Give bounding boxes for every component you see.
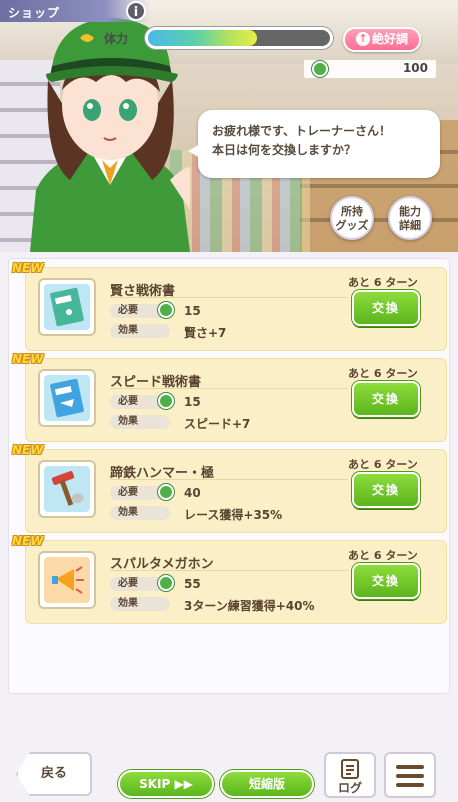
short-version-button[interactable]: 短縮版 bbox=[220, 770, 314, 798]
log-button[interactable]: ログ bbox=[324, 752, 376, 798]
new-badge: NEW bbox=[12, 352, 44, 366]
item-thumbnail bbox=[38, 278, 96, 336]
coin-icon bbox=[158, 393, 174, 409]
item-cost: 40 bbox=[184, 486, 201, 500]
item-effect: レース獲得+35% bbox=[184, 508, 283, 522]
info-icon[interactable]: i bbox=[126, 1, 146, 21]
coin-icon bbox=[158, 575, 174, 591]
exchange-button[interactable]: 交換 bbox=[352, 290, 420, 326]
shop-item: NEW 蹄鉄ハンマー・極 必要 40 効果 レース獲得+35% あと 6 ターン… bbox=[12, 443, 447, 533]
item-list[interactable]: NEW 賢さ戦術書 必要 15 効果 賢さ+7 あと 6 ターン 交換 NEW bbox=[8, 258, 450, 694]
menu-button[interactable] bbox=[384, 752, 436, 798]
effect-text: 効果 bbox=[118, 507, 138, 518]
coin-value: 100 bbox=[402, 61, 428, 75]
turns-remaining: あと 6 ターン bbox=[348, 367, 418, 380]
effect-text: 効果 bbox=[118, 598, 138, 609]
cost-label: 必要 bbox=[110, 302, 174, 318]
effect-text: 効果 bbox=[118, 416, 138, 427]
owned-goods-button[interactable]: 所持 グッズ bbox=[330, 196, 374, 240]
hammer-icon bbox=[44, 466, 90, 512]
owned-goods-label-1: 所持 bbox=[341, 205, 363, 218]
item-thumbnail bbox=[38, 460, 96, 518]
exchange-button[interactable]: 交換 bbox=[352, 563, 420, 599]
item-effect: 3ターン練習獲得+40% bbox=[184, 599, 315, 613]
required-text: 必要 bbox=[118, 396, 138, 407]
cost-label: 必要 bbox=[110, 575, 174, 591]
effect-label: 効果 bbox=[110, 506, 170, 520]
mood-label: 絶好調 bbox=[371, 32, 408, 46]
effect-label: 効果 bbox=[110, 324, 170, 338]
turns-remaining: あと 6 ターン bbox=[348, 458, 418, 471]
cost-label: 必要 bbox=[110, 484, 174, 500]
turns-remaining: あと 6 ターン bbox=[348, 276, 418, 289]
log-icon bbox=[341, 759, 359, 779]
menu-icon bbox=[396, 765, 424, 769]
divider bbox=[110, 297, 348, 298]
shop-item: NEW スパルタメガホン 必要 55 効果 3ターン練習獲得+40% あと 6 … bbox=[12, 534, 447, 624]
effect-label: 効果 bbox=[110, 415, 170, 429]
divider bbox=[110, 388, 348, 389]
new-badge: NEW bbox=[12, 261, 44, 275]
back-button[interactable]: 戻る bbox=[16, 752, 92, 796]
stamina-bar bbox=[145, 27, 333, 49]
ability-label-2: 詳細 bbox=[399, 219, 421, 232]
exchange-button[interactable]: 交換 bbox=[352, 472, 420, 508]
effect-label: 効果 bbox=[110, 597, 170, 611]
item-cost: 15 bbox=[184, 304, 201, 318]
coin-icon bbox=[158, 484, 174, 500]
shop-item: NEW スピード戦術書 必要 15 効果 スピード+7 あと 6 ターン 交換 bbox=[12, 352, 447, 442]
effect-text: 効果 bbox=[118, 325, 138, 336]
shop-item: NEW 賢さ戦術書 必要 15 効果 賢さ+7 あと 6 ターン 交換 bbox=[12, 261, 447, 351]
required-text: 必要 bbox=[118, 305, 138, 316]
megaphone-icon bbox=[44, 557, 90, 603]
item-cost: 55 bbox=[184, 577, 201, 591]
coin-icon bbox=[312, 61, 328, 77]
new-badge: NEW bbox=[12, 534, 44, 548]
turns-remaining: あと 6 ターン bbox=[348, 549, 418, 562]
owned-goods-label-2: グッズ bbox=[335, 219, 369, 232]
ability-label-1: 能力 bbox=[399, 205, 421, 218]
exchange-button[interactable]: 交換 bbox=[352, 381, 420, 417]
item-effect: 賢さ+7 bbox=[184, 326, 227, 340]
stamina-fill bbox=[148, 30, 258, 46]
required-text: 必要 bbox=[118, 487, 138, 498]
coin-counter: 100 bbox=[304, 60, 436, 78]
item-thumbnail bbox=[38, 369, 96, 427]
divider bbox=[110, 570, 348, 571]
dialogue-line-1: お疲れ様です、トレーナーさん！ bbox=[212, 124, 392, 138]
shop-scene: ショップ i 体力 ↑ 絶好調 100 お疲れ様です、トレーナーさん！ 本日は何を… bbox=[0, 0, 458, 252]
item-thumbnail bbox=[38, 551, 96, 609]
item-cost: 15 bbox=[184, 395, 201, 409]
item-effect: スピード+7 bbox=[184, 417, 251, 431]
new-badge: NEW bbox=[12, 443, 44, 457]
ability-details-button[interactable]: 能力 詳細 bbox=[388, 196, 432, 240]
log-label: ログ bbox=[337, 781, 362, 795]
stamina-label: 体力 bbox=[104, 32, 129, 46]
mood-badge[interactable]: ↑ 絶好調 bbox=[343, 27, 421, 52]
required-text: 必要 bbox=[118, 578, 138, 589]
skip-button[interactable]: SKIP ▶▶ bbox=[118, 770, 214, 798]
book-icon bbox=[44, 375, 90, 421]
arrow-up-icon: ↑ bbox=[355, 32, 370, 46]
cost-label: 必要 bbox=[110, 393, 174, 409]
dialogue-line-2: 本日は何を交換しますか？ bbox=[212, 143, 357, 157]
coin-icon bbox=[158, 302, 174, 318]
divider bbox=[110, 479, 348, 480]
book-icon bbox=[44, 284, 90, 330]
speech-bubble: お疲れ様です、トレーナーさん！ 本日は何を交換しますか？ bbox=[188, 110, 440, 178]
